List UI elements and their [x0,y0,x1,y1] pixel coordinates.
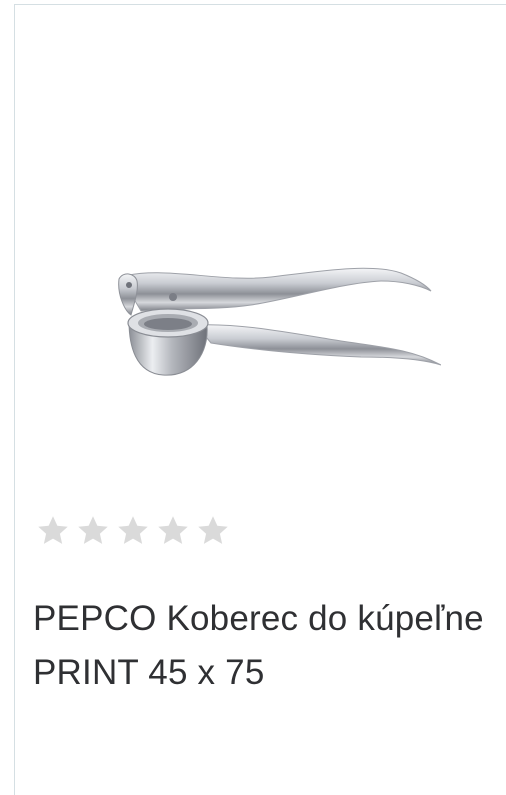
product-card[interactable]: PEPCO Koberec do kúpeľne PRINT 45 x 75 [14,4,506,795]
star-icon[interactable] [35,513,71,549]
star-icon[interactable] [75,513,111,549]
star-rating[interactable] [35,513,231,553]
star-icon[interactable] [155,513,191,549]
star-icon[interactable] [195,513,231,549]
star-icon[interactable] [115,513,151,549]
product-title[interactable]: PEPCO Koberec do kúpeľne PRINT 45 x 75 [33,592,493,700]
product-image[interactable] [101,255,441,385]
